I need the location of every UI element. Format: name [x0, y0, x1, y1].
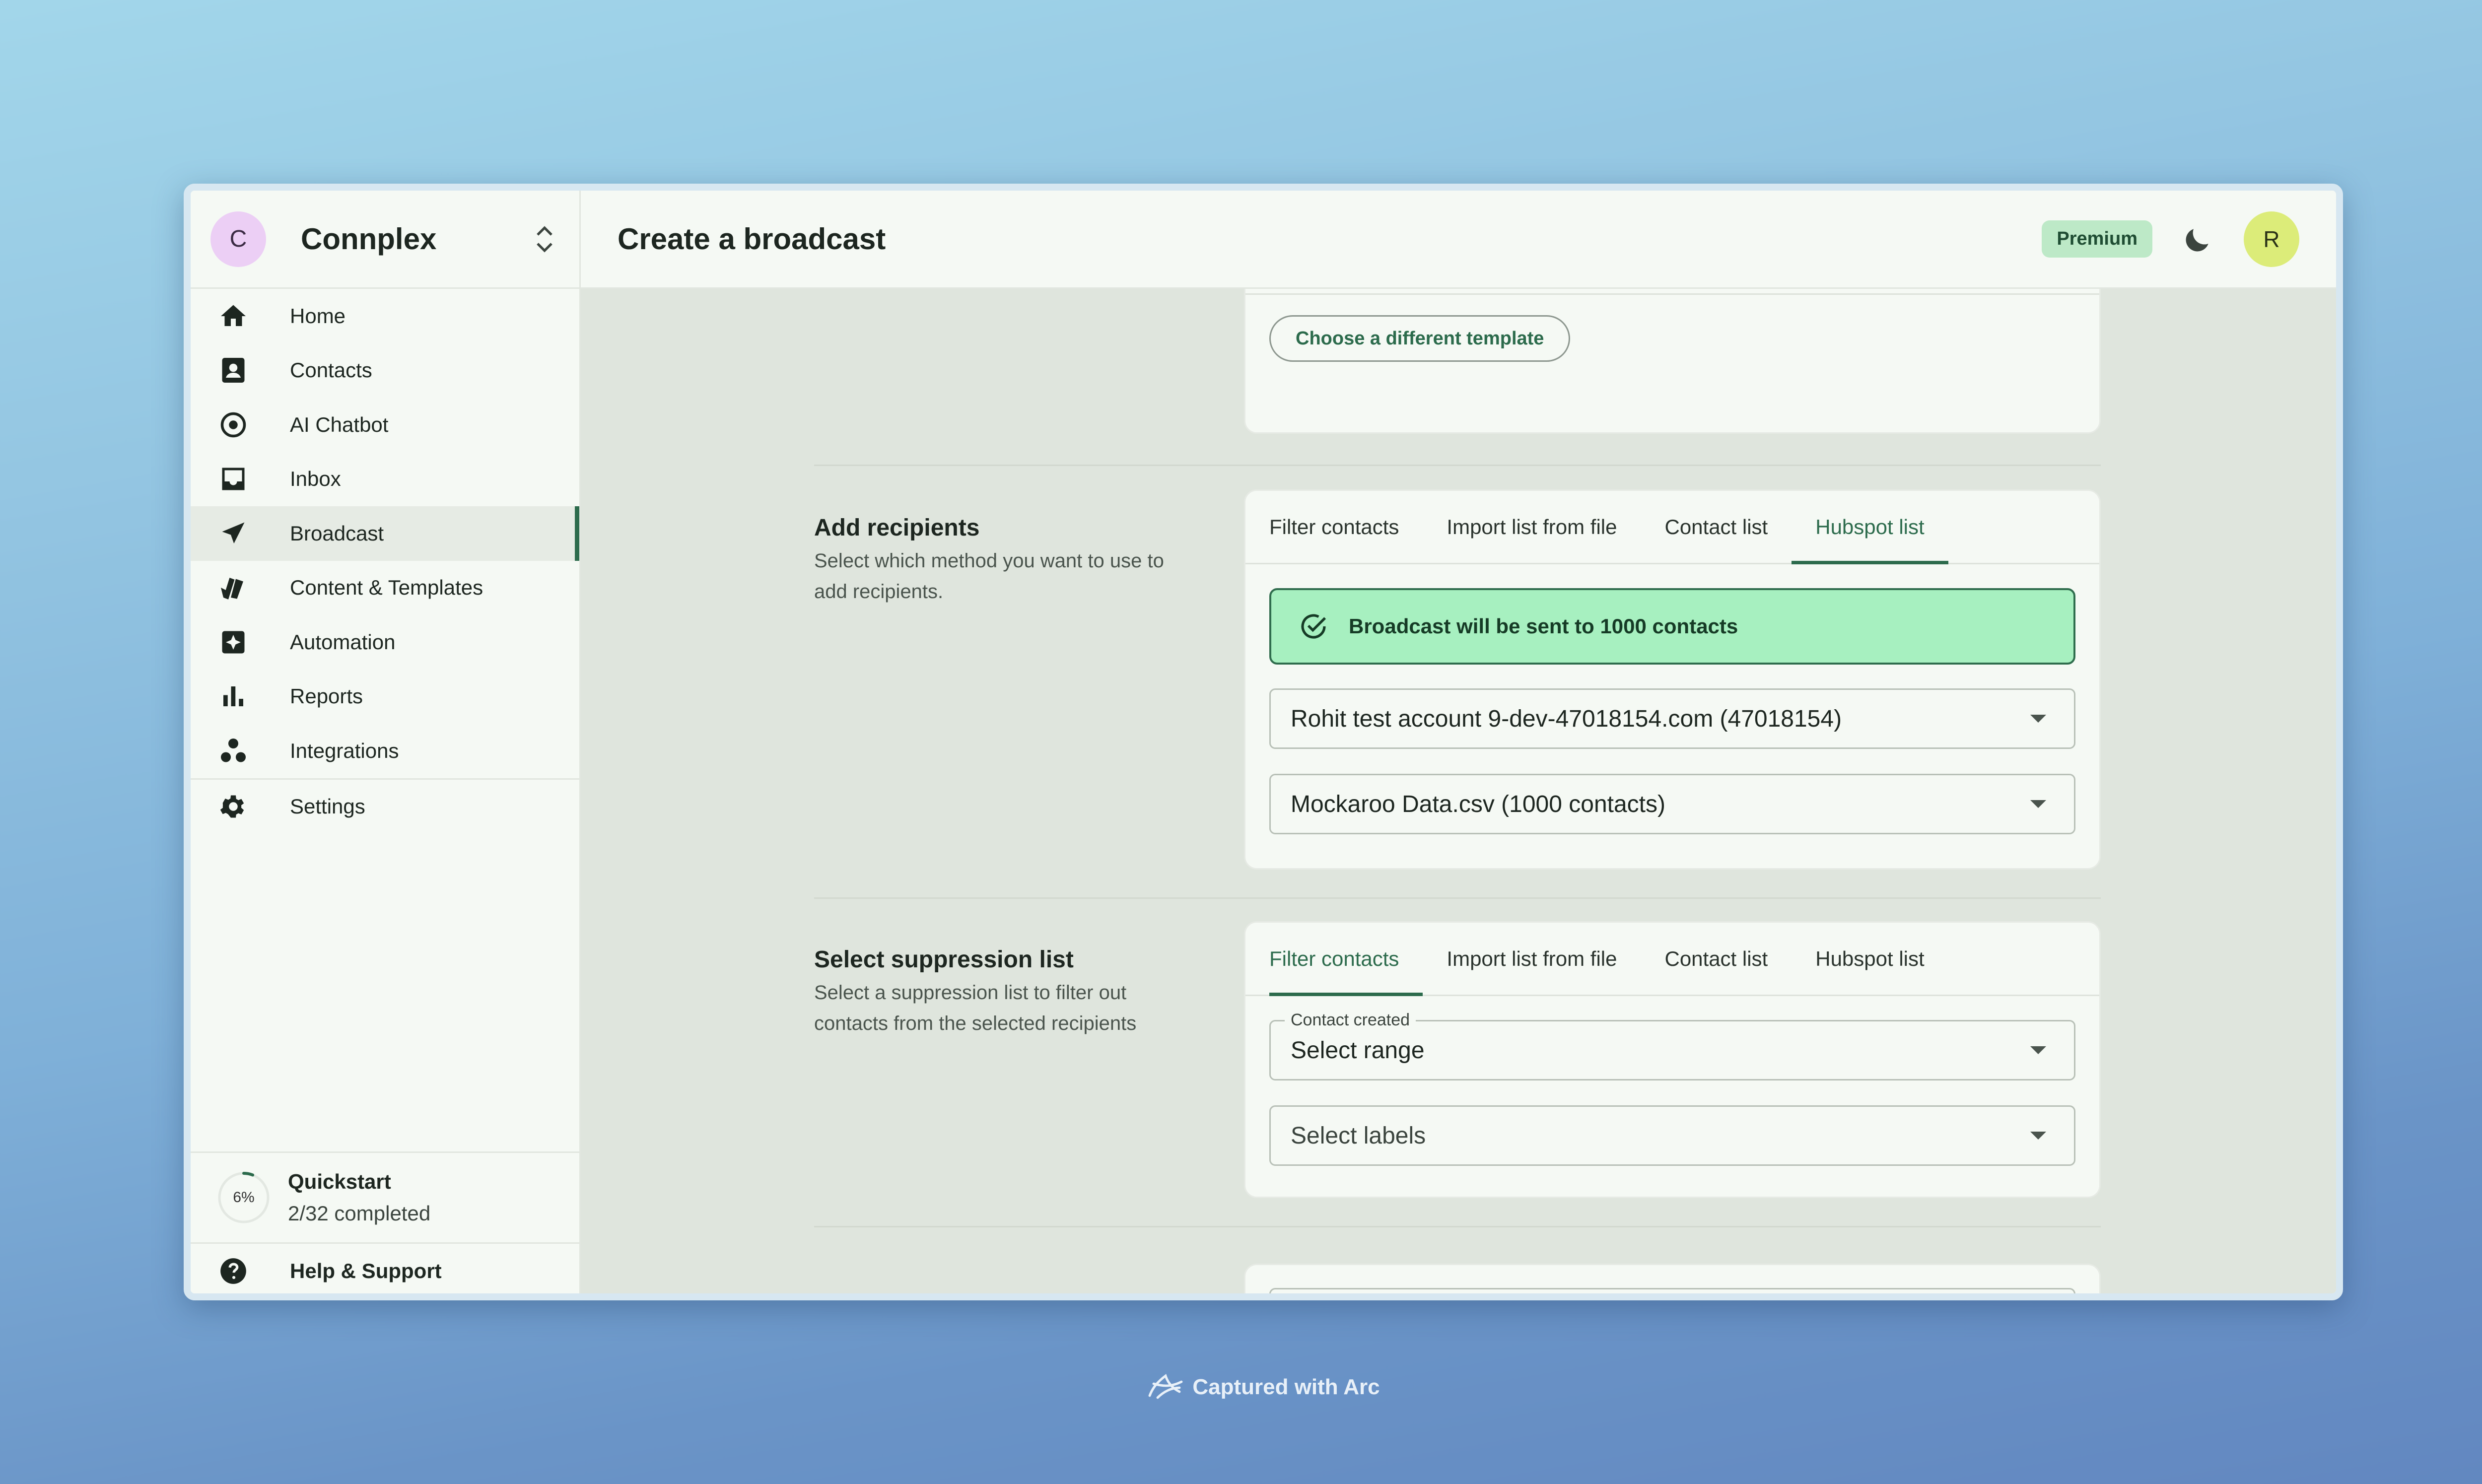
hubspot-account-select[interactable]: Rohit test account 9-dev-47018154.com (4… [1269, 688, 2075, 749]
suppression-description: Select a suppression list to filter out … [814, 982, 1137, 1034]
automation-icon [216, 625, 250, 659]
recipients-tabs: Filter contacts Import list from file Co… [1245, 491, 2099, 564]
tab-import-list[interactable]: Import list from file [1423, 491, 1641, 563]
tab-hubspot-list[interactable]: Hubspot list [1792, 491, 1949, 564]
arc-logo-icon [1146, 1370, 1185, 1404]
sidebar: C Connplex Home Contacts AI Chatbot Inbo… [191, 191, 581, 1293]
section-divider [814, 1226, 2101, 1227]
labels-select[interactable]: Select labels [1269, 1105, 2075, 1166]
tab-contact-list[interactable]: Contact list [1641, 923, 1792, 995]
recipients-description: Select which method you want to use to a… [814, 550, 1164, 603]
select-value: Rohit test account 9-dev-47018154.com (4… [1291, 705, 1842, 732]
labels-input-edge [1269, 1288, 2075, 1293]
caret-down-icon [2030, 800, 2046, 808]
capture-watermark: Captured with Arc [0, 1370, 2482, 1404]
chatbot-icon [216, 408, 250, 442]
sidebar-item-inbox[interactable]: Inbox [191, 452, 579, 507]
bar-chart-icon [216, 679, 250, 713]
sidebar-item-content-templates[interactable]: Content & Templates [191, 561, 579, 615]
sidebar-item-settings[interactable]: Settings [191, 780, 579, 834]
contact-created-select[interactable]: Contact created Select range [1269, 1011, 2075, 1080]
quickstart-progress[interactable]: 6% Quickstart 2/32 completed [191, 1151, 579, 1244]
user-avatar[interactable]: R [2244, 211, 2299, 267]
sidebar-item-label: Settings [290, 795, 365, 818]
dark-mode-toggle-icon[interactable] [2177, 218, 2219, 260]
suppression-section-label: Select suppression list Select a suppres… [814, 946, 1201, 1039]
quickstart-status: 2/32 completed [288, 1202, 431, 1225]
integrations-icon [216, 734, 250, 768]
home-icon [216, 299, 250, 333]
help-icon [216, 1254, 250, 1288]
sidebar-item-label: Contacts [290, 358, 372, 382]
tab-hubspot-list[interactable]: Hubspot list [1792, 923, 1948, 995]
recipients-section-label: Add recipients Select which method you w… [814, 514, 1201, 607]
suppression-tabs: Filter contacts Import list from file Co… [1245, 923, 2099, 996]
help-support-link[interactable]: Help & Support [191, 1244, 579, 1293]
progress-ring: 6% [216, 1170, 271, 1225]
chevron-up-down-icon[interactable] [530, 219, 559, 259]
workspace-avatar: C [210, 211, 266, 267]
suppression-card: Filter contacts Import list from file Co… [1244, 921, 2101, 1198]
workspace-name: Connplex [301, 222, 437, 256]
sidebar-item-label: Content & Templates [290, 576, 483, 600]
sidebar-item-label: Broadcast [290, 521, 384, 545]
page-title: Create a broadcast [618, 222, 886, 256]
suppression-title: Select suppression list [814, 946, 1074, 973]
recipient-count-alert: Broadcast will be sent to 1000 contacts [1269, 588, 2075, 665]
select-value: Select range [1291, 1037, 1425, 1064]
caret-down-icon [2030, 715, 2046, 723]
tab-filter-contacts[interactable]: Filter contacts [1269, 923, 1423, 996]
sidebar-item-automation[interactable]: Automation [191, 615, 579, 670]
caret-down-icon [2030, 1046, 2046, 1054]
recipients-title: Add recipients [814, 515, 980, 541]
card-divider [1245, 293, 2099, 295]
templates-icon [216, 571, 250, 605]
tab-import-list[interactable]: Import list from file [1423, 923, 1641, 995]
alert-message: Broadcast will be sent to 1000 contacts [1349, 614, 1738, 638]
main-content: Create a broadcast Premium R Choose a di… [581, 191, 2336, 1293]
send-icon [216, 517, 250, 550]
watermark-text: Captured with Arc [1192, 1374, 1380, 1399]
sidebar-item-reports[interactable]: Reports [191, 670, 579, 724]
recipients-card: Filter contacts Import list from file Co… [1244, 489, 2101, 870]
caret-down-icon [2030, 1132, 2046, 1140]
gear-icon [216, 790, 250, 823]
workspace-switcher[interactable]: C Connplex [191, 191, 579, 289]
app-window: C Connplex Home Contacts AI Chatbot Inbo… [184, 184, 2343, 1300]
sidebar-item-label: Automation [290, 630, 396, 654]
quickstart-title: Quickstart [288, 1170, 391, 1193]
check-circle-icon [1296, 609, 1331, 644]
sidebar-item-integrations[interactable]: Integrations [191, 724, 579, 778]
labels-card [1244, 1264, 2101, 1293]
select-placeholder: Select labels [1291, 1122, 1426, 1149]
sidebar-item-label: AI Chatbot [290, 412, 389, 436]
section-divider [814, 897, 2101, 899]
sidebar-nav: Home Contacts AI Chatbot Inbox Broadcast [191, 289, 579, 834]
inbox-icon [216, 462, 250, 496]
field-label: Contact created [1285, 1011, 1416, 1030]
progress-percent: 6% [233, 1189, 255, 1206]
sidebar-item-broadcast[interactable]: Broadcast [191, 506, 579, 561]
help-label: Help & Support [290, 1259, 442, 1282]
premium-badge: Premium [2042, 220, 2152, 258]
sidebar-item-home[interactable]: Home [191, 289, 579, 343]
sidebar-item-label: Integrations [290, 739, 399, 762]
select-value: Mockaroo Data.csv (1000 contacts) [1291, 791, 1665, 817]
contact-card-icon [216, 353, 250, 387]
sidebar-item-label: Inbox [290, 467, 341, 491]
hubspot-list-select[interactable]: Mockaroo Data.csv (1000 contacts) [1269, 774, 2075, 834]
top-bar: Create a broadcast Premium R [581, 191, 2336, 289]
tab-filter-contacts[interactable]: Filter contacts [1269, 491, 1423, 563]
sidebar-item-label: Reports [290, 684, 363, 708]
tab-contact-list[interactable]: Contact list [1641, 491, 1792, 563]
choose-different-template-button[interactable]: Choose a different template [1269, 315, 1571, 362]
sidebar-item-contacts[interactable]: Contacts [191, 343, 579, 398]
section-divider [814, 465, 2101, 466]
sidebar-item-ai-chatbot[interactable]: AI Chatbot [191, 398, 579, 452]
sidebar-item-label: Home [290, 304, 346, 328]
